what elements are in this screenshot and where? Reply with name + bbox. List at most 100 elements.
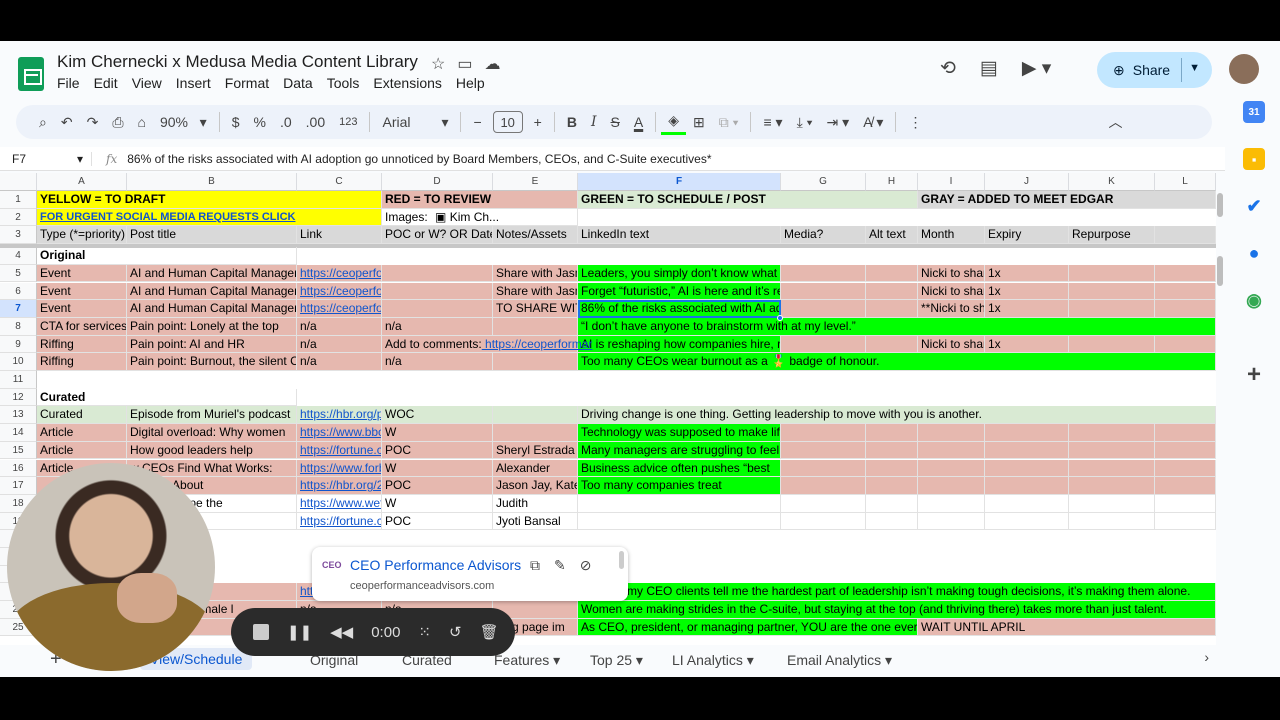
row-header-5[interactable]: 5 xyxy=(0,264,37,283)
vertical-scrollbar-thumb[interactable] xyxy=(1217,193,1223,217)
delete-recording-icon[interactable]: 🗑 xyxy=(480,623,499,641)
column-header-a[interactable]: A xyxy=(37,173,127,191)
legend-red[interactable]: RED = TO REVIEW xyxy=(382,191,578,209)
linkedin-text-cell[interactable]: Many managers are struggling to feel xyxy=(578,441,781,460)
cell[interactable] xyxy=(493,406,578,425)
link-cell[interactable]: https://www.forb xyxy=(297,459,382,478)
row-header-7[interactable]: 7 xyxy=(0,300,37,318)
column-title[interactable]: Link xyxy=(297,226,382,245)
column-title[interactable]: LinkedIn text xyxy=(578,226,781,245)
row-header-1[interactable]: 1 xyxy=(0,191,37,209)
cell-fill[interactable] xyxy=(1155,459,1216,478)
cell-fill[interactable] xyxy=(1155,441,1216,460)
cell-fill[interactable] xyxy=(1155,512,1216,531)
cell[interactable]: Alexander xyxy=(493,459,578,478)
cell[interactable] xyxy=(1069,494,1155,513)
font-size-input[interactable]: 10 xyxy=(492,111,523,133)
cell[interactable]: Event xyxy=(37,264,127,283)
cell[interactable]: Nicki to shar xyxy=(918,282,985,301)
strikethrough-button[interactable]: S xyxy=(604,109,627,135)
cell[interactable] xyxy=(918,512,985,531)
grid-scrollbar-thumb[interactable] xyxy=(1217,256,1223,286)
cell[interactable]: Digital overload: Why women xyxy=(127,424,297,442)
fill-handle[interactable] xyxy=(777,314,783,321)
images-label[interactable]: Images: ▣ Kim Ch... xyxy=(382,208,578,227)
cell[interactable]: W xyxy=(382,494,493,513)
cell[interactable]: Jason Jay, Kate xyxy=(493,477,578,495)
cell[interactable] xyxy=(866,512,918,531)
calendar-icon[interactable]: 31 xyxy=(1243,101,1265,123)
cell[interactable]: Sheryl Estrada xyxy=(493,441,578,460)
column-header-e[interactable]: E xyxy=(493,173,578,191)
linkedin-text-cell[interactable]: Business advice often pushes “best xyxy=(578,459,781,478)
linkedin-text-cell[interactable]: Driving change is one thing. Getting lea… xyxy=(578,406,1216,425)
linkedin-text-cell[interactable]: Too many CEOs wear burnout as a 🎖️ badge… xyxy=(578,353,1216,371)
link-cell[interactable]: https://fortune.c xyxy=(297,441,382,460)
collapse-toolbar-icon[interactable]: ︿ xyxy=(1101,109,1129,135)
cell[interactable]: n/a xyxy=(297,353,382,371)
name-box[interactable]: F7 ▾ xyxy=(0,151,92,166)
row-header-16[interactable]: 16 xyxy=(0,459,37,478)
link-cell[interactable]: https://fortune.c xyxy=(297,512,382,531)
comment-link[interactable]: https://ceoperformar xyxy=(482,337,592,351)
cell[interactable]: Event xyxy=(37,300,127,318)
row-header-13[interactable]: 13 xyxy=(0,406,37,425)
linkedin-text-cell[interactable]: Technology was supposed to make life xyxy=(578,424,781,442)
cell[interactable]: Nicki to shar xyxy=(918,335,985,354)
cell[interactable] xyxy=(985,441,1069,460)
row-header-9[interactable]: 9 xyxy=(0,335,37,354)
sheets-logo-icon[interactable] xyxy=(18,57,44,91)
row-header-6[interactable]: 6 xyxy=(0,282,37,301)
link-cell[interactable]: https://ceoperformanceadvisors.com/ai xyxy=(297,282,382,301)
sheet-tab-email-analytics[interactable]: Email Analytics ▾ xyxy=(787,652,892,669)
remove-link-icon[interactable]: ⊘ xyxy=(580,557,592,574)
grid-dots-icon[interactable]: ⁙ xyxy=(418,623,431,641)
cell[interactable] xyxy=(918,494,985,513)
cell[interactable] xyxy=(918,441,985,460)
menu-extensions[interactable]: Extensions xyxy=(373,75,441,91)
column-title[interactable]: Month xyxy=(918,226,985,245)
cell[interactable]: n/a xyxy=(297,317,382,336)
column-header-g[interactable]: G xyxy=(781,173,866,191)
cell[interactable]: Pain point: Burnout, the silent CE xyxy=(127,353,297,371)
text-rotation-icon[interactable]: A̸ ▾ xyxy=(856,109,890,135)
cloud-status-icon[interactable]: ☁ xyxy=(484,54,500,74)
cell[interactable] xyxy=(781,264,866,283)
cell[interactable] xyxy=(918,477,985,495)
cell[interactable]: Curated xyxy=(37,406,127,425)
restart-icon[interactable]: ↺ xyxy=(449,623,462,641)
keep-icon[interactable]: ▪ xyxy=(1243,148,1265,170)
row-header-12[interactable]: 12 xyxy=(0,388,37,407)
column-title[interactable]: Type (*=priority) xyxy=(37,226,127,245)
cell[interactable] xyxy=(1069,512,1155,531)
select-all-corner[interactable] xyxy=(0,173,37,191)
row-header-2[interactable]: 2 xyxy=(0,208,37,227)
tab-scroll-right-icon[interactable]: › xyxy=(1204,649,1209,665)
cell[interactable]: n/a xyxy=(297,335,382,354)
section-original[interactable]: Original xyxy=(37,247,297,265)
link-cell[interactable]: https://hbr.org/2 xyxy=(297,477,382,495)
cell[interactable]: Article xyxy=(37,424,127,442)
bold-button[interactable]: B xyxy=(560,109,584,135)
text-wrapping-icon[interactable]: ⇥ ▾ xyxy=(820,109,857,135)
link-preview-url[interactable]: ceoperformanceadvisors.com xyxy=(350,580,494,592)
search-menus-icon[interactable]: ⌕ xyxy=(32,109,54,135)
sheet-tab-features[interactable]: Features ▾ xyxy=(494,652,560,669)
cell[interactable] xyxy=(866,335,918,354)
cell[interactable] xyxy=(985,494,1069,513)
comments-icon[interactable]: ▤ xyxy=(980,57,998,80)
link-cell[interactable]: https://www.wef xyxy=(297,494,382,513)
cell-fill[interactable] xyxy=(1155,424,1216,442)
cell[interactable]: 1x xyxy=(985,300,1069,318)
cell-fill[interactable] xyxy=(1155,264,1216,283)
row-header-10[interactable]: 10 xyxy=(0,353,37,371)
user-avatar[interactable] xyxy=(1229,54,1259,84)
legend-green[interactable]: GREEN = TO SCHEDULE / POST xyxy=(578,191,918,209)
cell[interactable] xyxy=(1069,300,1155,318)
cell[interactable] xyxy=(985,424,1069,442)
urgent-requests-link[interactable]: FOR URGENT SOCIAL MEDIA REQUESTS CLICK xyxy=(37,208,382,227)
row-header-17[interactable]: 17 xyxy=(0,477,37,495)
row-header-14[interactable]: 14 xyxy=(0,424,37,442)
row-header-4[interactable]: 4 xyxy=(0,247,37,265)
cell[interactable] xyxy=(781,512,866,531)
